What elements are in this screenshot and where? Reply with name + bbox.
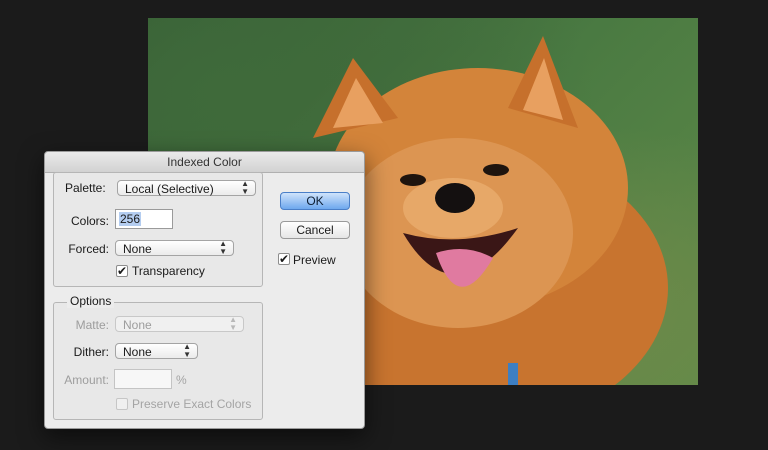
- dither-select[interactable]: None ▲ ▼: [115, 343, 198, 359]
- colors-input[interactable]: 256: [115, 209, 173, 229]
- amount-input: [114, 369, 172, 389]
- forced-select[interactable]: None ▲ ▼: [115, 240, 234, 256]
- colors-label: Colors:: [70, 214, 109, 228]
- indexed-color-dialog: Indexed Color Palette: Local (Selective)…: [44, 151, 365, 429]
- up-down-chevron-icon: ▲ ▼: [219, 239, 227, 256]
- amount-unit: %: [176, 373, 187, 387]
- ok-button[interactable]: OK: [280, 192, 350, 210]
- preserve-exact-colors-checkbox: [116, 398, 128, 410]
- preview-label[interactable]: Preview: [293, 253, 336, 267]
- colors-input-value: 256: [119, 212, 142, 226]
- palette-label: Palette:: [65, 181, 106, 195]
- transparency-checkbox[interactable]: ✔: [116, 265, 128, 277]
- matte-label: Matte:: [75, 318, 109, 332]
- dither-label: Dither:: [73, 345, 109, 359]
- dialog-title[interactable]: Indexed Color: [45, 152, 364, 173]
- matte-select: None ▲ ▼: [115, 316, 244, 332]
- preserve-exact-colors-label: Preserve Exact Colors: [132, 397, 252, 411]
- transparency-label[interactable]: Transparency: [132, 264, 205, 278]
- matte-select-value: None: [123, 318, 152, 332]
- palette-select-value: Local (Selective): [125, 182, 214, 196]
- preview-checkbox[interactable]: ✔: [278, 253, 290, 265]
- dither-select-value: None: [123, 345, 152, 359]
- checkmark-icon: ✔: [279, 252, 290, 266]
- up-down-chevron-icon: ▲ ▼: [183, 342, 191, 359]
- checkmark-icon: ✔: [117, 264, 128, 278]
- forced-select-value: None: [123, 242, 152, 256]
- cancel-button[interactable]: Cancel: [280, 221, 350, 239]
- palette-select[interactable]: Local (Selective) ▲ ▼: [117, 180, 256, 196]
- options-group-title: Options: [67, 294, 115, 308]
- amount-label: Amount:: [64, 373, 109, 387]
- forced-label: Forced:: [68, 242, 109, 256]
- up-down-chevron-icon: ▲ ▼: [229, 315, 237, 332]
- up-down-chevron-icon: ▲ ▼: [241, 179, 249, 196]
